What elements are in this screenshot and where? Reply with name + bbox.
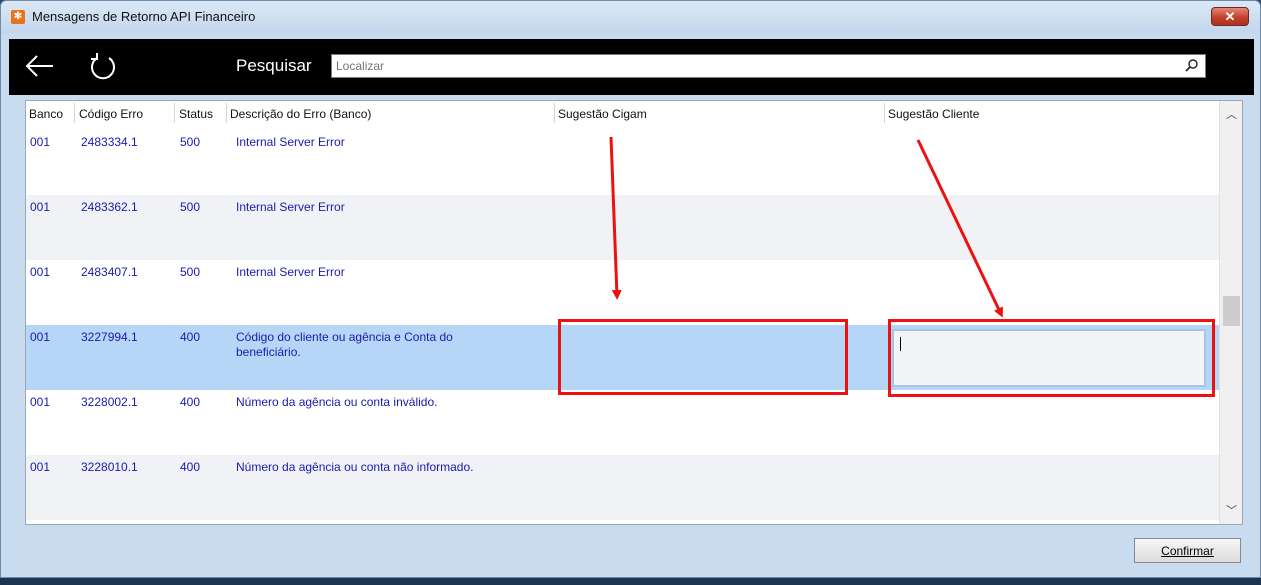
col-divider[interactable] (884, 103, 885, 123)
title-bar: ✻ Mensagens de Retorno API Financeiro ✕ (1, 1, 1260, 33)
cell-descricao: Código do cliente ou agência e Conta do … (236, 330, 453, 359)
cell-descricao: Número da agência ou conta inválido. (236, 395, 438, 409)
cell-banco: 001 (30, 265, 51, 279)
table-row[interactable]: 001 2483334.1 500 Internal Server Error (26, 130, 1219, 195)
cell-codigo-erro: 3228002.1 (81, 395, 138, 409)
col-header-codigo-erro[interactable]: Código Erro (79, 107, 143, 121)
cell-banco: 001 (30, 135, 51, 149)
table-row[interactable]: 001 3228002.1 400 Número da agência ou c… (26, 390, 1219, 455)
confirm-button[interactable]: Confirmar (1134, 538, 1241, 563)
search-input[interactable] (331, 54, 1206, 78)
cell-status: 400 (180, 460, 201, 474)
vertical-scrollbar[interactable]: ︿ ﹀ (1219, 101, 1242, 524)
grid-header: Banco Código Erro Status Descrição do Er… (26, 101, 1219, 125)
cell-banco: 001 (30, 200, 51, 214)
cell-descricao: Número da agência ou conta não informado… (236, 460, 474, 474)
col-header-banco[interactable]: Banco (29, 107, 63, 121)
cell-banco: 001 (30, 460, 51, 474)
table-row[interactable]: 001 2483407.1 500 Internal Server Error (26, 260, 1219, 325)
scroll-down-icon[interactable]: ﹀ (1223, 503, 1240, 520)
col-divider[interactable] (554, 103, 555, 123)
cell-banco: 001 (30, 330, 51, 344)
col-divider[interactable] (226, 103, 227, 123)
scroll-up-icon[interactable]: ︿ (1223, 107, 1240, 124)
table-row[interactable]: 001 2483362.1 500 Internal Server Error (26, 195, 1219, 260)
dialog-window: ✻ Mensagens de Retorno API Financeiro ✕ … (0, 0, 1261, 578)
refresh-icon[interactable] (87, 51, 119, 83)
col-header-sugestao-cigam[interactable]: Sugestão Cigam (558, 107, 647, 121)
cell-codigo-erro: 2483362.1 (81, 200, 138, 214)
col-divider[interactable] (174, 103, 175, 123)
window-title: Mensagens de Retorno API Financeiro (32, 9, 256, 24)
col-divider[interactable] (74, 103, 75, 123)
back-arrow-icon[interactable] (23, 51, 57, 81)
cell-codigo-erro: 3228010.1 (81, 460, 138, 474)
app-icon: ✻ (11, 10, 25, 24)
messages-grid: Banco Código Erro Status Descrição do Er… (25, 100, 1243, 525)
cell-banco: 001 (30, 395, 51, 409)
cell-status: 500 (180, 265, 201, 279)
search-label: Pesquisar (236, 56, 312, 75)
cell-descricao: Internal Server Error (236, 135, 345, 149)
close-button[interactable]: ✕ (1211, 7, 1249, 26)
cell-codigo-erro: 3227994.1 (81, 330, 138, 344)
toolbar: Pesquisar (9, 39, 1254, 95)
cell-status: 500 (180, 200, 201, 214)
search-icon[interactable] (1184, 58, 1200, 74)
scrollbar-thumb[interactable] (1223, 296, 1240, 326)
col-header-sugestao-cliente[interactable]: Sugestão Cliente (888, 107, 979, 121)
taskbar-strip (0, 578, 1261, 585)
annotation-box-sugestao-cigam (558, 319, 848, 395)
col-header-status[interactable]: Status (179, 107, 213, 121)
cell-status: 500 (180, 135, 201, 149)
cell-descricao: Internal Server Error (236, 200, 345, 214)
cell-status: 400 (180, 395, 201, 409)
cell-descricao: Internal Server Error (236, 265, 345, 279)
col-header-descricao[interactable]: Descrição do Erro (Banco) (230, 107, 371, 121)
cell-codigo-erro: 2483407.1 (81, 265, 138, 279)
cell-codigo-erro: 2483334.1 (81, 135, 138, 149)
close-icon: ✕ (1224, 9, 1236, 24)
table-row[interactable]: 001 3228010.1 400 Número da agência ou c… (26, 455, 1219, 520)
annotation-box-sugestao-cliente (888, 319, 1215, 397)
cell-status: 400 (180, 330, 201, 344)
